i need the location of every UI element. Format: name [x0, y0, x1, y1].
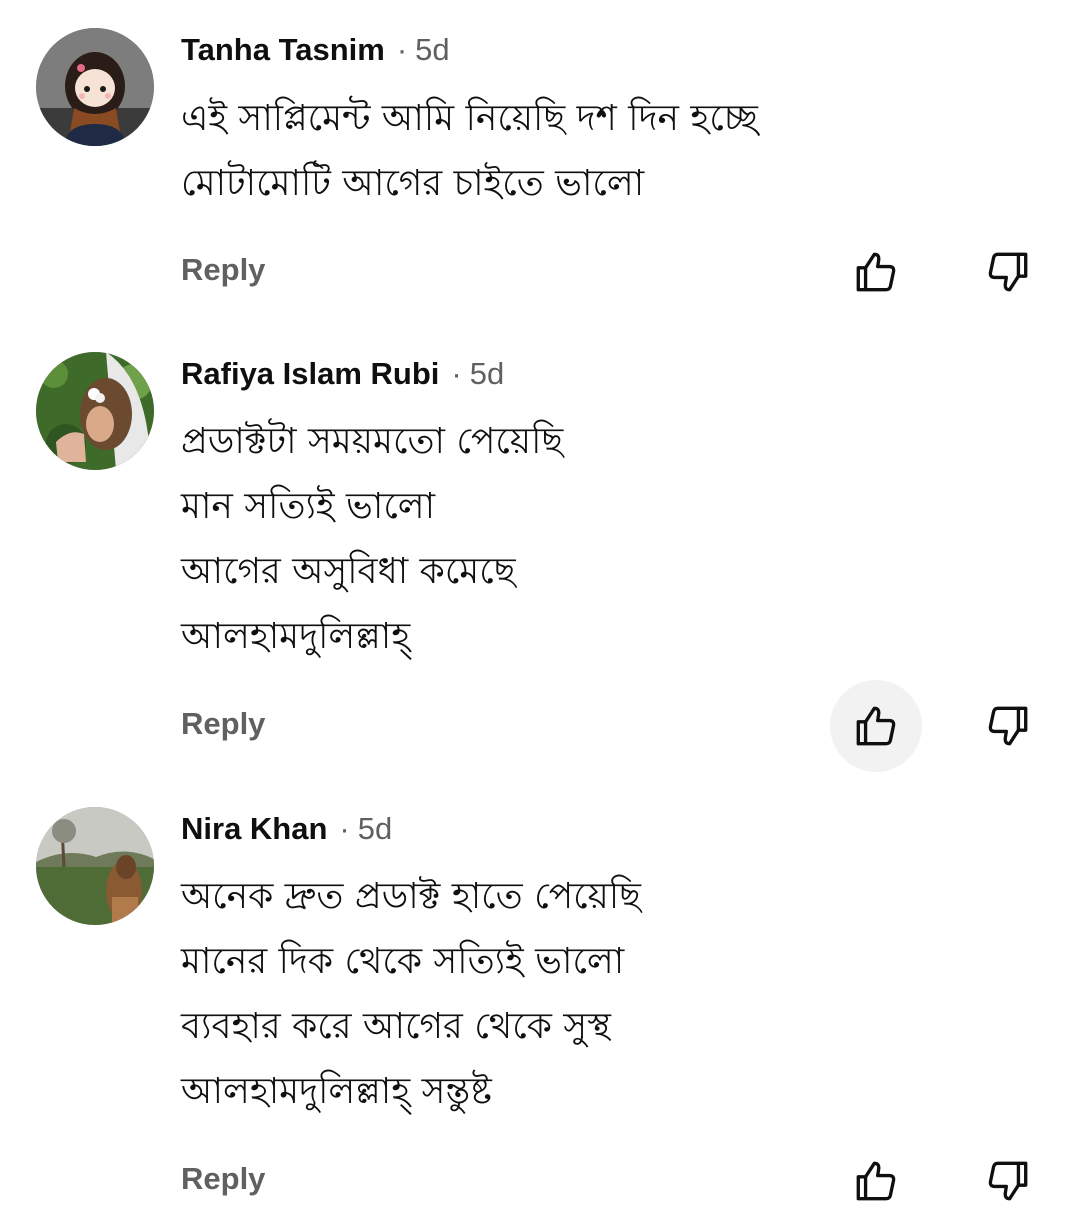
thumbs-up-icon [856, 252, 896, 292]
comment-text: প্রডাক্টটা সময়মতো পেয়েছি মান সত্যিই ভা… [181, 409, 1041, 669]
comment-line: আলহামদুলিল্লাহ্ সন্তুষ্ট [181, 1071, 492, 1112]
comment-header: Tanha Tasnim · 5d [181, 28, 450, 72]
avatar[interactable] [36, 807, 154, 925]
photo-avatar-field-icon [36, 807, 154, 925]
comment-header: Nira Khan · 5d [181, 807, 392, 851]
thumbs-down-icon [988, 1161, 1028, 1201]
separator-dot: · [339, 811, 350, 846]
comment-actions: Reply [0, 680, 1080, 772]
author-name[interactable]: Nira Khan [181, 811, 327, 847]
comment-line: অনেক দ্রুত প্রডাক্ট হাতে পেয়েছি [181, 876, 641, 917]
dislike-button[interactable] [962, 226, 1054, 318]
comment-line: মানের দিক থেকে সত্যিই ভালো [181, 941, 625, 982]
separator-dot: · [451, 356, 462, 391]
thumbs-down-icon [988, 706, 1028, 746]
reply-button[interactable]: Reply [181, 252, 265, 288]
timestamp: 5d [415, 32, 450, 67]
comment-line: আগের অসুবিধা কমেছে [181, 551, 516, 592]
comment-text: অনেক দ্রুত প্রডাক্ট হাতে পেয়েছি মানের দ… [181, 864, 1041, 1124]
author-name[interactable]: Tanha Tasnim [181, 32, 385, 68]
dislike-button[interactable] [962, 1135, 1054, 1227]
comment-text: এই সাপ্লিমেন্ট আমি নিয়েছি দশ দিন হচ্ছে … [181, 86, 1041, 216]
thumbs-down-icon [988, 252, 1028, 292]
cartoon-girl-avatar-icon [36, 28, 154, 146]
dislike-button[interactable] [962, 680, 1054, 772]
reply-button[interactable]: Reply [181, 706, 265, 742]
timestamp: 5d [357, 811, 393, 846]
avatar[interactable] [36, 28, 154, 146]
like-button[interactable] [830, 226, 922, 318]
comment-line: ব্যবহার করে আগের থেকে সুস্থ [181, 1006, 611, 1047]
thumbs-up-icon [856, 706, 896, 746]
reply-button[interactable]: Reply [181, 1161, 265, 1197]
comment-line: মোটামোটি আগের চাইতে ভালো [181, 163, 645, 204]
comment-line: আলহামদুলিল্লাহ্ [181, 616, 411, 657]
author-name[interactable]: Rafiya Islam Rubi [181, 356, 439, 392]
timestamp: 5d [469, 356, 505, 391]
like-button[interactable] [830, 1135, 922, 1227]
avatar[interactable] [36, 352, 154, 470]
photo-avatar-flowers-icon [36, 352, 154, 470]
separator-dot: · [396, 32, 408, 67]
comment-line: প্রডাক্টটা সময়মতো পেয়েছি [181, 421, 564, 462]
comment-header: Rafiya Islam Rubi · 5d [181, 352, 504, 396]
comment-actions: Reply [0, 226, 1080, 316]
thumbs-up-icon [856, 1161, 896, 1201]
comment-line: মান সত্যিই ভালো [181, 486, 436, 527]
comment-actions: Reply [0, 1135, 1080, 1225]
comment-line: এই সাপ্লিমেন্ট আমি নিয়েছি দশ দিন হচ্ছে [181, 98, 758, 139]
like-button[interactable] [830, 680, 922, 772]
